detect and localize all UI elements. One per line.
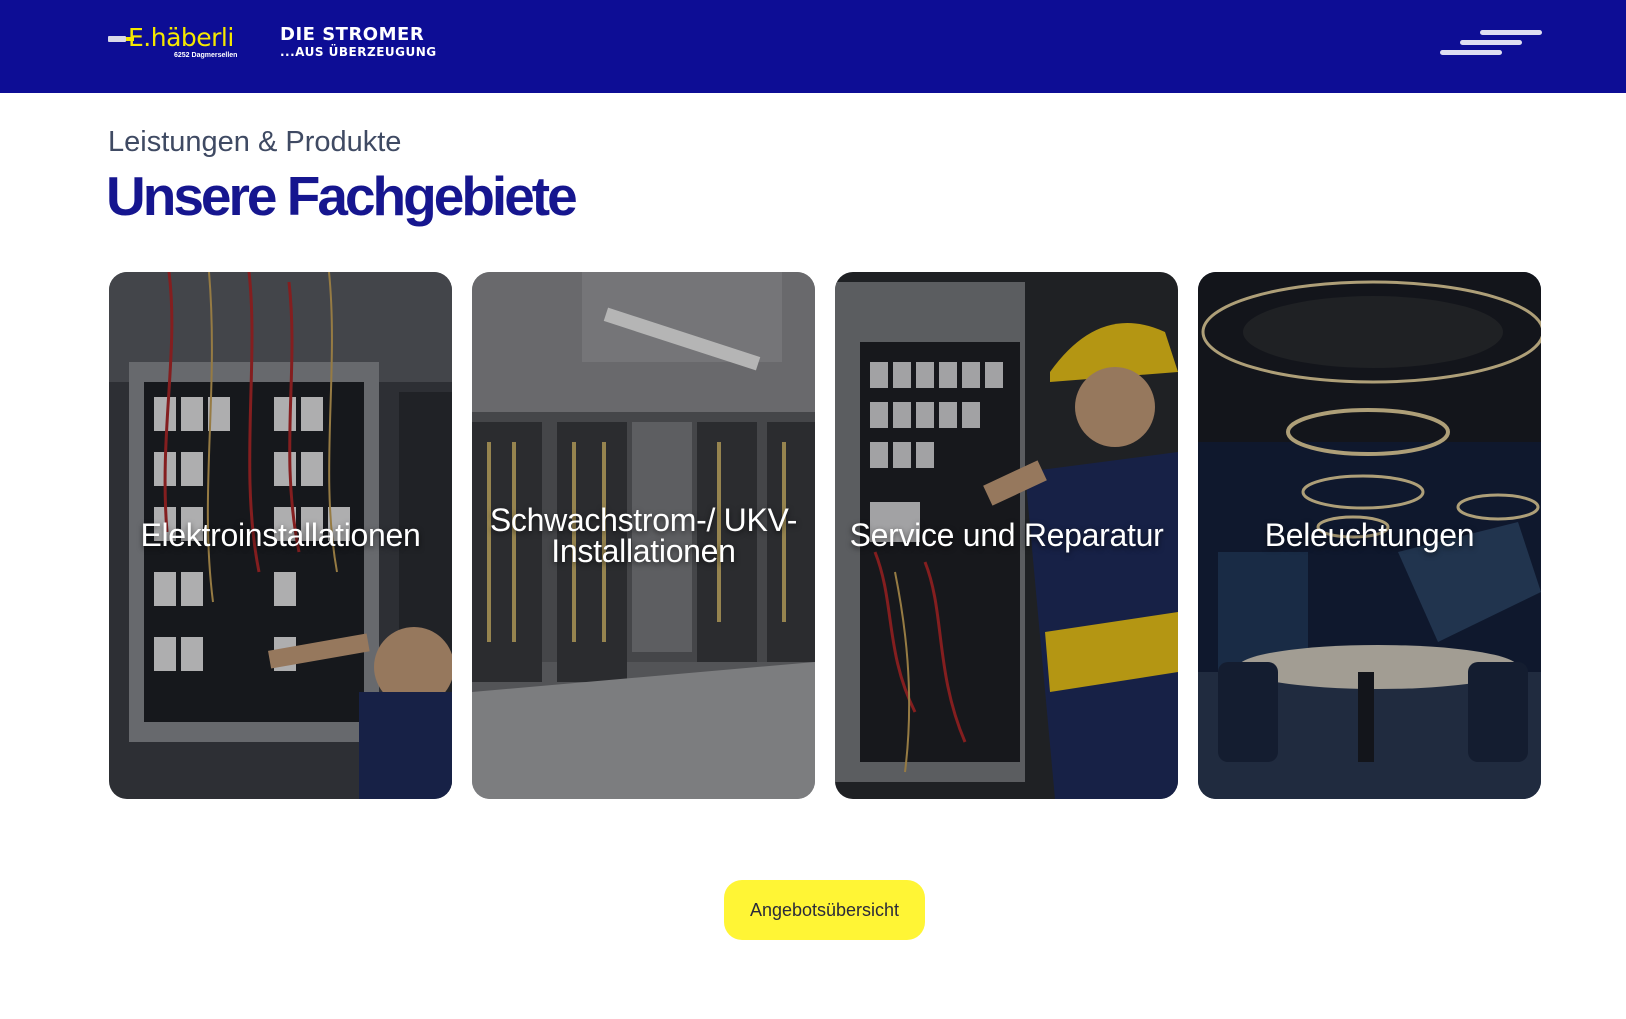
slogan-line-2: ...AUS ÜBERZEUGUNG — [280, 45, 437, 59]
offer-overview-button[interactable]: Angebotsübersicht — [724, 880, 925, 940]
card-schwachstrom-ukv[interactable]: Schwachstrom-/ UKV-Installationen — [472, 272, 815, 799]
card-title: Beleuchtungen — [1264, 517, 1475, 553]
site-header: E.häberli 6252 Dagmersellen DIE STROMER … — [0, 0, 1626, 93]
section-eyebrow: Leistungen & Produkte — [108, 126, 402, 158]
card-beleuchtungen[interactable]: Beleuchtungen — [1198, 272, 1541, 799]
section-headline: Unsere Fachgebiete — [106, 165, 578, 227]
logo-brand: E.häberli — [128, 23, 234, 52]
slogan: DIE STROMER ...AUS ÜBERZEUGUNG — [280, 24, 437, 60]
menu-bar — [1460, 40, 1522, 45]
card-title: Elektroinstallationen — [140, 517, 421, 553]
plug-icon — [108, 36, 134, 42]
card-elektroinstallationen[interactable]: Elektroinstallationen — [109, 272, 452, 799]
card-service-reparatur[interactable]: Service und Reparatur — [835, 272, 1178, 799]
menu-bar — [1480, 30, 1542, 35]
company-logo[interactable]: E.häberli 6252 Dagmersellen — [108, 24, 248, 64]
logo-location: 6252 Dagmersellen — [174, 52, 238, 59]
card-title: Service und Reparatur — [849, 517, 1164, 553]
service-cards: Elektroinstallationen Schwachstrom-/ UKV… — [109, 272, 1541, 799]
menu-bar — [1440, 50, 1502, 55]
card-title: Schwachstrom-/ UKV-Installationen — [489, 501, 798, 569]
slogan-line-1: DIE STROMER — [280, 24, 425, 45]
hamburger-menu-icon[interactable] — [1438, 28, 1544, 60]
